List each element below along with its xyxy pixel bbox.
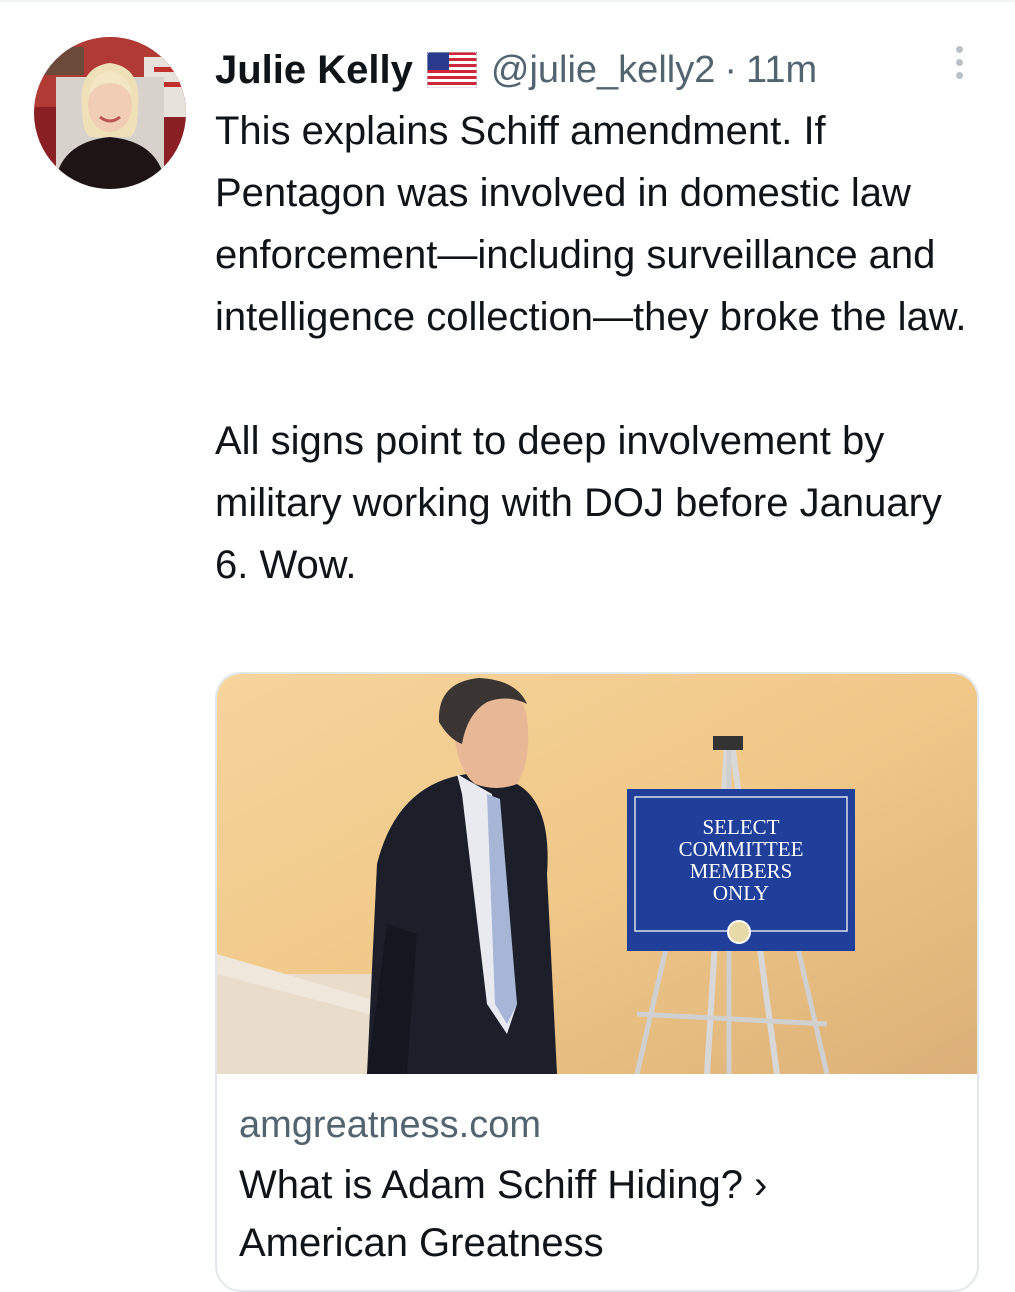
- link-card[interactable]: SELECT COMMITTEE MEMBERS ONLY amgreatnes…: [215, 672, 979, 1292]
- author-name[interactable]: Julie Kelly: [215, 48, 413, 93]
- card-meta: amgreatness.com What is Adam Schiff Hidi…: [239, 1100, 957, 1272]
- timestamp[interactable]: 11m: [746, 49, 817, 92]
- avatar[interactable]: [34, 37, 186, 189]
- top-divider: [0, 0, 1015, 2]
- sign-line: ONLY: [713, 881, 769, 905]
- tweet-text: This explains Schiff amendment. If Penta…: [215, 100, 975, 596]
- tweet-paragraph: All signs point to deep involvement by m…: [215, 419, 942, 587]
- card-site-name: American Greatness: [239, 1221, 604, 1265]
- author-handle[interactable]: @julie_kelly2: [491, 49, 715, 92]
- tweet-paragraph: This explains Schiff amendment. If Penta…: [215, 109, 967, 339]
- card-title[interactable]: What is Adam Schiff Hiding? ›: [239, 1156, 957, 1214]
- separator-dot: ·: [724, 48, 737, 91]
- sign-line: MEMBERS: [690, 859, 793, 883]
- tweet-header: Julie Kelly @julie_kelly2 · 11m: [215, 42, 817, 98]
- us-flag-icon: [426, 51, 478, 89]
- sign-line: SELECT: [703, 815, 780, 839]
- sign-line: COMMITTEE: [679, 837, 804, 861]
- card-image: SELECT COMMITTEE MEMBERS ONLY: [217, 674, 977, 1074]
- card-domain: amgreatness.com: [239, 1104, 542, 1146]
- more-options-icon[interactable]: [945, 40, 973, 84]
